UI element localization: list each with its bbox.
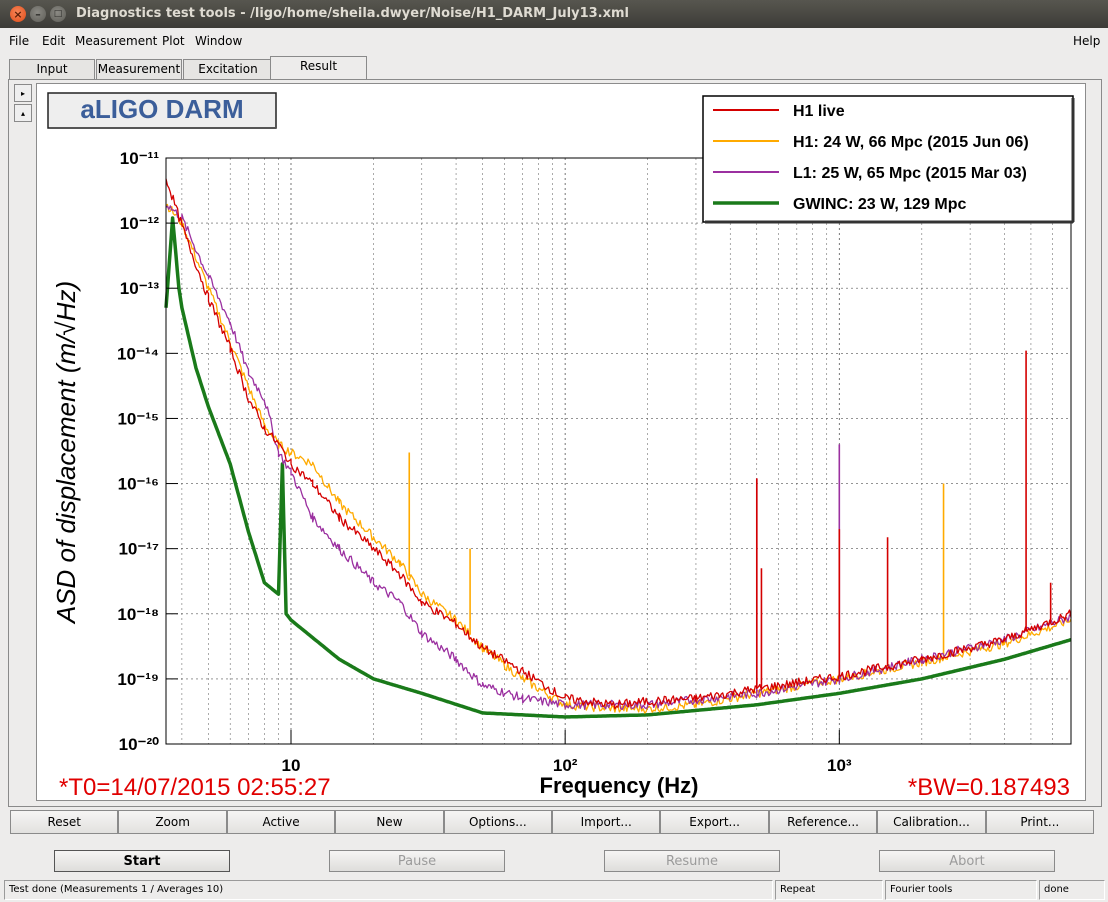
y-tick-label: 10⁻¹¹ [120,149,160,168]
y-tick-label: 10⁻¹⁸ [117,605,159,624]
y-tick-label: 10⁻¹⁹ [117,670,159,689]
series-line [164,216,1072,719]
y-tick-label: 10⁻¹² [120,214,160,233]
y-axis-ticks: 10⁻¹¹ 10⁻¹² 10⁻¹³ 10⁻¹⁴ 10⁻¹⁵ 10⁻¹⁶ 10⁻¹⁷ 10⁻¹⁸… [117,149,178,754]
legend: H1 live H1: 24 W, 66 Mpc (2015 Jun 06) L1:… [702,95,1075,224]
active-button[interactable]: Active [226,810,336,834]
menu-bar: File Edit Measurement Plot Window Help [0,28,1108,54]
pause-button[interactable]: Pause [329,850,505,872]
y-tick-label: 10⁻¹⁷ [118,540,159,559]
t0-annotation: *T0=14/07/2015 02:55:27 [59,774,331,801]
menu-help[interactable]: Help [1073,34,1100,48]
menu-file[interactable]: File [9,34,29,48]
start-button[interactable]: Start [54,850,230,872]
resume-button[interactable]: Resume [604,850,780,872]
abort-button[interactable]: Abort [879,850,1055,872]
x-axis-label: Frequency (Hz) [540,773,699,798]
minimize-icon[interactable]: – [30,6,46,22]
legend-label: H1: 24 W, 66 Mpc (2015 Jun 06) [793,134,1029,151]
y-tick-label: 10⁻²⁰ [119,735,160,754]
calibration-button[interactable]: Calibration... [877,810,986,834]
status-bar: Test done (Measurements 1 / Averages 10)… [0,878,1108,902]
legend-label: H1 live [793,103,845,120]
x-axis-ticks: 10 10² 10³ [282,730,852,775]
y-axis-label: ASD of displacement (m/√Hz) [51,281,81,625]
options-button[interactable]: Options... [443,810,553,834]
x-tick-label: 10 [282,756,301,775]
tab-bar: Input Measurement Excitation Result [0,56,1108,80]
menu-edit[interactable]: Edit [42,34,65,48]
close-icon[interactable]: × [10,6,26,22]
tab-input[interactable]: Input [9,59,95,79]
status-message: Test done (Measurements 1 / Averages 10) [4,880,773,900]
y-tick-label: 10⁻¹⁵ [117,409,159,428]
window-title: Diagnostics test tools - /ligo/home/shei… [76,6,629,21]
legend-label: L1: 25 W, 65 Mpc (2015 Mar 03) [793,165,1027,182]
menu-measurement[interactable]: Measurement [75,34,157,48]
plot-title: aLIGO DARM [80,94,243,124]
tab-excitation[interactable]: Excitation [183,59,273,79]
plot-canvas[interactable]: 10⁻¹¹ 10⁻¹² 10⁻¹³ 10⁻¹⁴ 10⁻¹⁵ 10⁻¹⁶ 10⁻¹⁷ 10⁻¹⁸… [36,83,1086,801]
tab-result[interactable]: Result [270,56,367,79]
y-tick-label: 10⁻¹⁶ [118,475,159,494]
scroll-right-icon[interactable]: ▸ [14,84,32,102]
window-titlebar: × – □ Diagnostics test tools - /ligo/hom… [0,0,1108,28]
reset-button[interactable]: Reset [10,810,119,834]
print-button[interactable]: Print... [985,810,1095,834]
maximize-icon[interactable]: □ [50,6,66,22]
y-tick-label: 10⁻¹⁴ [117,344,159,363]
plot-action-bar: Reset Zoom Active New Options... Import.… [10,810,1095,834]
status-tool: Fourier tools [885,880,1037,900]
import-button[interactable]: Import... [552,810,661,834]
menu-plot[interactable]: Plot [162,34,185,48]
plot-frame [165,157,1072,745]
y-tick-label: 10⁻¹³ [120,279,160,298]
new-button[interactable]: New [335,810,444,834]
reference-button[interactable]: Reference... [768,810,878,834]
x-tick-label: 10³ [827,756,852,775]
legend-label: GWINC: 23 W, 129 Mpc [793,196,966,213]
status-state: done [1039,880,1105,900]
tab-measurement[interactable]: Measurement [96,59,182,79]
scroll-up-icon[interactable]: ▴ [14,104,32,122]
plot-traces [164,178,1072,719]
bw-annotation: *BW=0.187493 [908,774,1070,801]
series-line [165,203,1072,714]
plot-grid [166,157,1072,745]
status-repeat: Repeat [775,880,883,900]
zoom-button[interactable]: Zoom [118,810,227,834]
export-button[interactable]: Export... [660,810,769,834]
menu-window[interactable]: Window [195,34,242,48]
